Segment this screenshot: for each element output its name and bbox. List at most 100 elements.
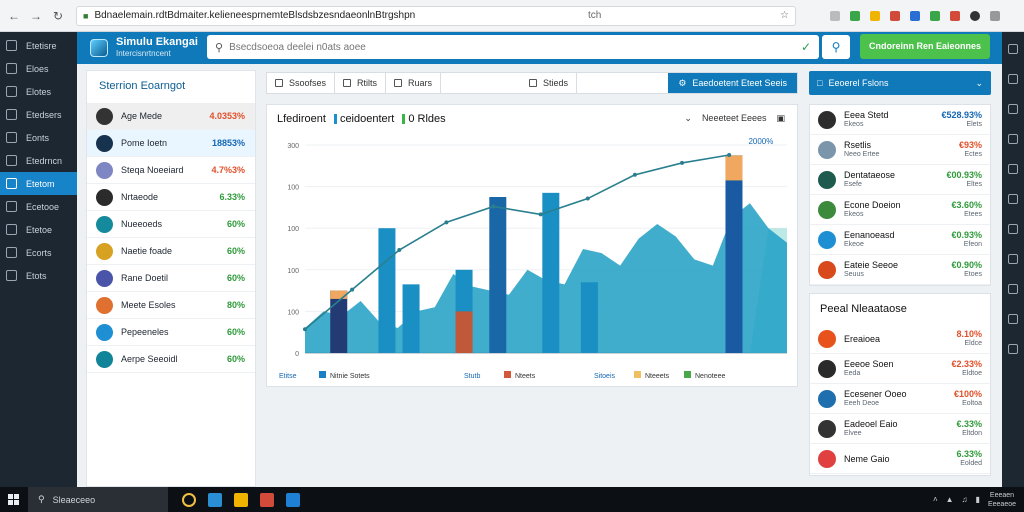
list-item[interactable]: Pome Ioetn 18853%: [87, 130, 255, 157]
bookmark-star-icon[interactable]: ☆: [780, 10, 789, 21]
sidebar-item[interactable]: Eloes: [0, 57, 77, 80]
puzzle-icon[interactable]: [830, 10, 840, 21]
list-item[interactable]: Eeeoe Soen Eeda €2.33% Eldtoe: [810, 354, 990, 384]
right-panel-select[interactable]: □ Eeoerel Fslons ⌄: [809, 71, 991, 95]
list-item[interactable]: Naetie foade 60%: [87, 238, 255, 265]
extension-green2-icon[interactable]: [930, 10, 940, 21]
list-item-value: 6.33%: [219, 192, 245, 202]
tool-icon[interactable]: [1008, 74, 1018, 84]
expand-icon[interactable]: ▣: [776, 113, 785, 124]
tool-icon[interactable]: [1008, 314, 1018, 324]
list-item[interactable]: Pepeeneles 60%: [87, 319, 255, 346]
sidebar-item[interactable]: Elotes: [0, 80, 77, 103]
list-item-name: Eadeoel Eaio: [844, 418, 898, 429]
sidebar-item[interactable]: Ecorts: [0, 241, 77, 264]
menu-icon[interactable]: [990, 10, 1000, 21]
list-item[interactable]: Steqa Noeeiard 4.7%3%: [87, 157, 255, 184]
tool-icon[interactable]: [1008, 194, 1018, 204]
list-item[interactable]: Ereaioea 8.10% Eldce: [810, 324, 990, 354]
address-bar[interactable]: ■ Bdnaelemain.rdtBdmaiter.kelieneesprnem…: [76, 5, 796, 26]
list-item-value: 8.10%: [956, 328, 982, 339]
tool-icon[interactable]: [1008, 104, 1018, 114]
office-icon[interactable]: [260, 492, 274, 507]
sidebar-item[interactable]: Etetoe: [0, 218, 77, 241]
sidebar-item[interactable]: Etots: [0, 264, 77, 287]
network-icon[interactable]: ▲: [946, 495, 954, 504]
battery-icon[interactable]: ▮: [976, 495, 980, 504]
search-input[interactable]: [229, 41, 801, 53]
list-item[interactable]: Ecesener Ooeo Eeeh Deoe €100% Eoltoa: [810, 384, 990, 414]
extension-yellow-icon[interactable]: [870, 10, 880, 21]
extension-green-icon[interactable]: [850, 10, 860, 21]
list-item[interactable]: Eateie Seeoe Seuus €0.90% Etoes: [810, 255, 990, 285]
list-item[interactable]: Eadeoel Eaio Elvee €.33% Eltdon: [810, 414, 990, 444]
profile-icon[interactable]: [970, 10, 980, 21]
list-item-text: Dentataeose Esefe: [844, 170, 946, 190]
tool-icon[interactable]: [1008, 44, 1018, 54]
search-button[interactable]: ⚲: [822, 35, 850, 59]
list-item[interactable]: Aerpe Seeoidl 60%: [87, 346, 255, 373]
left-sidebar: Etetisre Eloes Elotes Etedsers Eonts Etedrncn…: [0, 32, 77, 487]
tool-icon[interactable]: [1008, 254, 1018, 264]
list-item[interactable]: Eeea Stetd Ekeos €528.93% Elets: [810, 105, 990, 135]
list-item[interactable]: Neme Gaio 6.33% Eolded: [810, 444, 990, 474]
toolbar-primary-button[interactable]: ⚙ Eaedoetent Eteet Seeis: [668, 73, 797, 93]
folder-icon[interactable]: [234, 492, 248, 507]
list-item-value: €100%: [953, 388, 982, 399]
app-title: Simulu Ekangai: [116, 36, 198, 48]
list-item-value-group: €2.33% Eldtoe: [951, 359, 982, 379]
list-item[interactable]: Nrtaeode 6.33%: [87, 184, 255, 211]
header-cta-button[interactable]: Cndoreinn Ren Eaieonnes: [860, 34, 990, 59]
sidebar-item[interactable]: Etetom: [0, 172, 77, 195]
reload-icon[interactable]: ↻: [50, 8, 66, 24]
sidebar-item[interactable]: Etedsers: [0, 103, 77, 126]
calendar-icon: □: [817, 78, 823, 88]
tool-icon[interactable]: [1008, 134, 1018, 144]
edge-icon[interactable]: [208, 492, 222, 507]
extension-red-icon[interactable]: [890, 10, 900, 21]
list-item[interactable]: Meete Esoles 80%: [87, 292, 255, 319]
extension-blue-icon[interactable]: [910, 10, 920, 21]
back-icon[interactable]: ←: [6, 8, 22, 24]
sidebar-item[interactable]: Ecetooe: [0, 195, 77, 218]
list-item[interactable]: Rane Doetil 60%: [87, 265, 255, 292]
cortana-icon[interactable]: [182, 492, 196, 507]
search-icon: ⚲: [38, 494, 45, 504]
sidebar-item[interactable]: Etedrncn: [0, 149, 77, 172]
tool-icon[interactable]: [1008, 224, 1018, 234]
list-item[interactable]: Dentataeose Esefe €00.93% Eltes: [810, 165, 990, 195]
taskbar-search[interactable]: ⚲ Sleaeceeo: [28, 487, 168, 512]
chart-control-label[interactable]: Neeeteet Eeees: [702, 113, 767, 124]
list-item[interactable]: Nueeoeds 60%: [87, 211, 255, 238]
extension-red2-icon[interactable]: [950, 10, 960, 21]
clock[interactable]: Eeeaen Eeeaeoe: [988, 491, 1016, 509]
tool-icon[interactable]: [1008, 284, 1018, 294]
sidebar-item[interactable]: Eonts: [0, 126, 77, 149]
tool-icon[interactable]: [1008, 344, 1018, 354]
sidebar-item-icon: [6, 86, 17, 97]
toolbar-button[interactable]: Rtilts: [335, 73, 387, 93]
sidebar-item[interactable]: Etetisre: [0, 34, 77, 57]
list-item-sub: Ekeos: [844, 120, 864, 128]
tool-icon[interactable]: [1008, 164, 1018, 174]
toolbar-button[interactable]: Ssoofses: [267, 73, 336, 93]
start-button[interactable]: [0, 487, 26, 512]
toolbar-button[interactable]: Ruars: [386, 73, 442, 93]
forward-icon[interactable]: →: [28, 8, 44, 24]
volume-icon[interactable]: ♫: [962, 495, 968, 504]
list-item[interactable]: Rsetlis Neeo Ertee €93% Ectes: [810, 135, 990, 165]
store-icon[interactable]: [286, 492, 300, 507]
chevron-down-icon[interactable]: ⌄: [684, 113, 692, 124]
toolbar-button[interactable]: Stieds: [521, 73, 578, 93]
chevron-up-icon[interactable]: ˄: [933, 495, 938, 504]
list-item[interactable]: Econe Doeion Ekeos €3.60% Etees: [810, 195, 990, 225]
checkbox-icon: [343, 79, 352, 87]
list-item[interactable]: Eenanoeasd Ekeoe €0.93% Efeon: [810, 225, 990, 255]
clock-date: Eeeaeoe: [987, 500, 1016, 508]
list-item-caption: Eltes: [966, 180, 982, 188]
chart-line-point: [397, 248, 402, 253]
chart-bar: [378, 228, 396, 353]
gear-icon: ⚙: [678, 77, 687, 88]
list-item[interactable]: Age Mede 4.0353%: [87, 103, 255, 130]
avatar: [818, 389, 836, 408]
